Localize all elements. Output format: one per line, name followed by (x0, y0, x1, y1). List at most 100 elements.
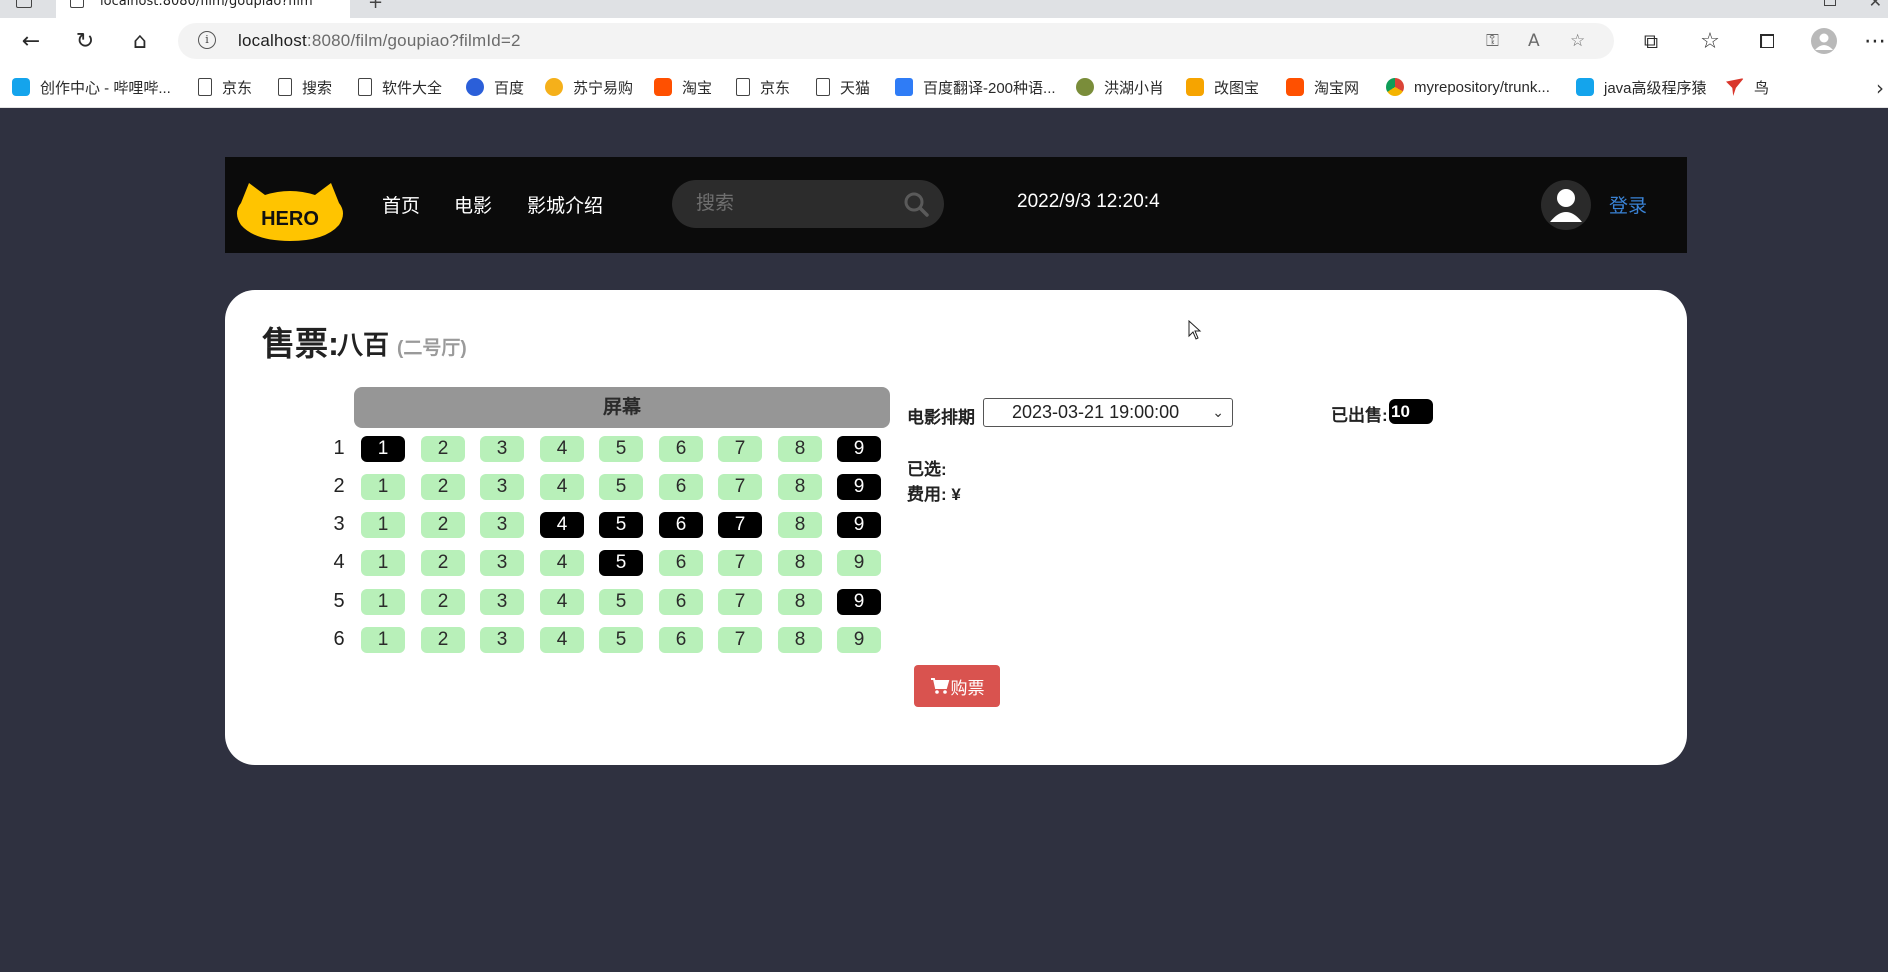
schedule-select[interactable]: 2023-03-21 19:00:00 ⌄ (983, 398, 1233, 427)
site-info-icon[interactable]: i (198, 31, 216, 49)
seat-available[interactable]: 3 (480, 589, 524, 615)
seat-available[interactable]: 1 (361, 550, 405, 576)
bookmark-item[interactable]: 天猫 (816, 76, 870, 98)
seat-available[interactable]: 3 (480, 627, 524, 653)
seat-sold: 9 (837, 589, 881, 615)
seat-available[interactable]: 2 (421, 627, 465, 653)
bookmark-item[interactable]: 洪湖小肖 (1076, 76, 1164, 98)
bookmark-item[interactable]: 淘宝网 (1286, 76, 1359, 98)
seat-available[interactable]: 2 (421, 589, 465, 615)
page-icon (278, 78, 292, 96)
seat-available[interactable]: 6 (659, 550, 703, 576)
seat-available[interactable]: 5 (599, 589, 643, 615)
seat-available[interactable]: 6 (659, 627, 703, 653)
seat-available[interactable]: 2 (421, 436, 465, 462)
bookmark-item[interactable]: 百度 (466, 76, 524, 98)
page-icon (198, 78, 212, 96)
home-icon[interactable]: ⌂ (125, 26, 155, 56)
seat-available[interactable]: 3 (480, 474, 524, 500)
seat-available[interactable]: 8 (778, 589, 822, 615)
profile-icon[interactable] (1809, 26, 1839, 56)
back-icon[interactable]: ← (16, 26, 46, 56)
bookmark-item[interactable]: 搜索 (278, 76, 332, 98)
nav-movies[interactable]: 电影 (454, 191, 492, 218)
site-header: HERO 首页 电影 影城介绍 2022/9/3 12:20:4 登录 (225, 157, 1687, 253)
seat-available[interactable]: 5 (599, 627, 643, 653)
seat-available[interactable]: 9 (837, 627, 881, 653)
seat-available[interactable]: 1 (361, 512, 405, 538)
seat-available[interactable]: 4 (540, 550, 584, 576)
mouse-cursor-icon (1188, 320, 1202, 340)
favorites-icon[interactable]: ☆ (1695, 26, 1725, 56)
selected-seats-label: 已选: (907, 460, 947, 479)
nav-cinema-intro[interactable]: 影城介绍 (527, 191, 603, 218)
seat-available[interactable]: 2 (421, 512, 465, 538)
seat-available[interactable]: 3 (480, 436, 524, 462)
nav-home[interactable]: 首页 (382, 191, 420, 218)
seat-available[interactable]: 1 (361, 474, 405, 500)
bookmark-item[interactable]: 鸟 (1726, 76, 1769, 98)
browser-tab-active[interactable]: localhost:8080/film/goupiao?film ✕ (56, 0, 350, 18)
seat-available[interactable]: 6 (659, 474, 703, 500)
seat-available[interactable]: 7 (718, 436, 762, 462)
seat-available[interactable]: 8 (778, 627, 822, 653)
seat-available[interactable]: 1 (361, 589, 405, 615)
user-icon (1550, 189, 1582, 222)
seat-available[interactable]: 8 (778, 474, 822, 500)
seat-available[interactable]: 6 (659, 436, 703, 462)
reload-icon[interactable]: ↻ (70, 26, 100, 56)
address-bar[interactable]: i localhost:8080/film/goupiao?filmId=2 ⚿… (178, 23, 1614, 59)
extensions-icon[interactable]: ⧉ (1636, 26, 1666, 56)
seat-available[interactable]: 8 (778, 550, 822, 576)
bookmark-item[interactable]: 百度翻译-200种语... (895, 76, 1056, 98)
seat-available[interactable]: 6 (659, 589, 703, 615)
new-tab-icon[interactable]: + (368, 0, 383, 13)
sidebar-toggle-icon[interactable] (16, 0, 32, 8)
bookmark-item[interactable]: java高级程序猿 (1576, 76, 1707, 98)
login-link[interactable]: 登录 (1609, 191, 1647, 218)
seat-available[interactable]: 4 (540, 474, 584, 500)
seat-available[interactable]: 5 (599, 474, 643, 500)
seat-available[interactable]: 2 (421, 550, 465, 576)
bookmark-item[interactable]: 京东 (198, 76, 252, 98)
bookmark-item[interactable]: 苏宁易购 (545, 76, 633, 98)
seat-available[interactable]: 2 (421, 474, 465, 500)
bookmark-item[interactable]: 改图宝 (1186, 76, 1259, 98)
seat-available[interactable]: 7 (718, 474, 762, 500)
chevron-right-icon[interactable]: › (1876, 76, 1884, 100)
bookmark-item[interactable]: myrepository/trunk... (1386, 76, 1550, 98)
seat-available[interactable]: 9 (837, 550, 881, 576)
seat-available[interactable]: 1 (361, 627, 405, 653)
seat-available[interactable]: 4 (540, 627, 584, 653)
buy-ticket-button[interactable]: 购票 (914, 665, 1000, 707)
restore-window-icon[interactable] (1824, 0, 1836, 6)
seat-available[interactable]: 7 (718, 627, 762, 653)
address-url[interactable]: localhost:8080/film/goupiao?filmId=2 (238, 31, 521, 51)
seat-available[interactable]: 7 (718, 589, 762, 615)
bookmark-item[interactable]: 创作中心 - 哔哩哔... (12, 76, 171, 98)
browser-tab-strip: localhost:8080/film/goupiao?film ✕ + ✕ (0, 0, 1888, 18)
bookmark-item[interactable]: 京东 (736, 76, 790, 98)
tab-title: localhost:8080/film/goupiao?film (100, 0, 313, 9)
search-input[interactable] (696, 188, 896, 220)
bookmark-item[interactable]: 软件大全 (358, 76, 442, 98)
seat-available[interactable]: 4 (540, 436, 584, 462)
avatar[interactable] (1541, 180, 1591, 230)
seat-available[interactable]: 8 (778, 512, 822, 538)
more-menu-icon[interactable]: ⋯ (1860, 26, 1888, 56)
add-favorite-icon[interactable]: ☆ (1570, 31, 1585, 51)
key-icon[interactable]: ⚿ (1486, 31, 1499, 51)
seat-available[interactable]: 7 (718, 550, 762, 576)
seat-available[interactable]: 5 (599, 436, 643, 462)
close-window-icon[interactable]: ✕ (1869, 0, 1882, 11)
search-icon[interactable] (902, 190, 930, 218)
read-aloud-icon[interactable]: A (1528, 31, 1540, 51)
hero-logo[interactable]: HERO (235, 177, 345, 243)
bookmark-item[interactable]: 淘宝 (654, 76, 712, 98)
current-datetime: 2022/9/3 12:20:4 (1017, 191, 1160, 212)
seat-available[interactable]: 3 (480, 512, 524, 538)
seat-available[interactable]: 8 (778, 436, 822, 462)
collections-icon[interactable]: ⧠ (1752, 26, 1782, 56)
seat-available[interactable]: 3 (480, 550, 524, 576)
seat-available[interactable]: 4 (540, 589, 584, 615)
